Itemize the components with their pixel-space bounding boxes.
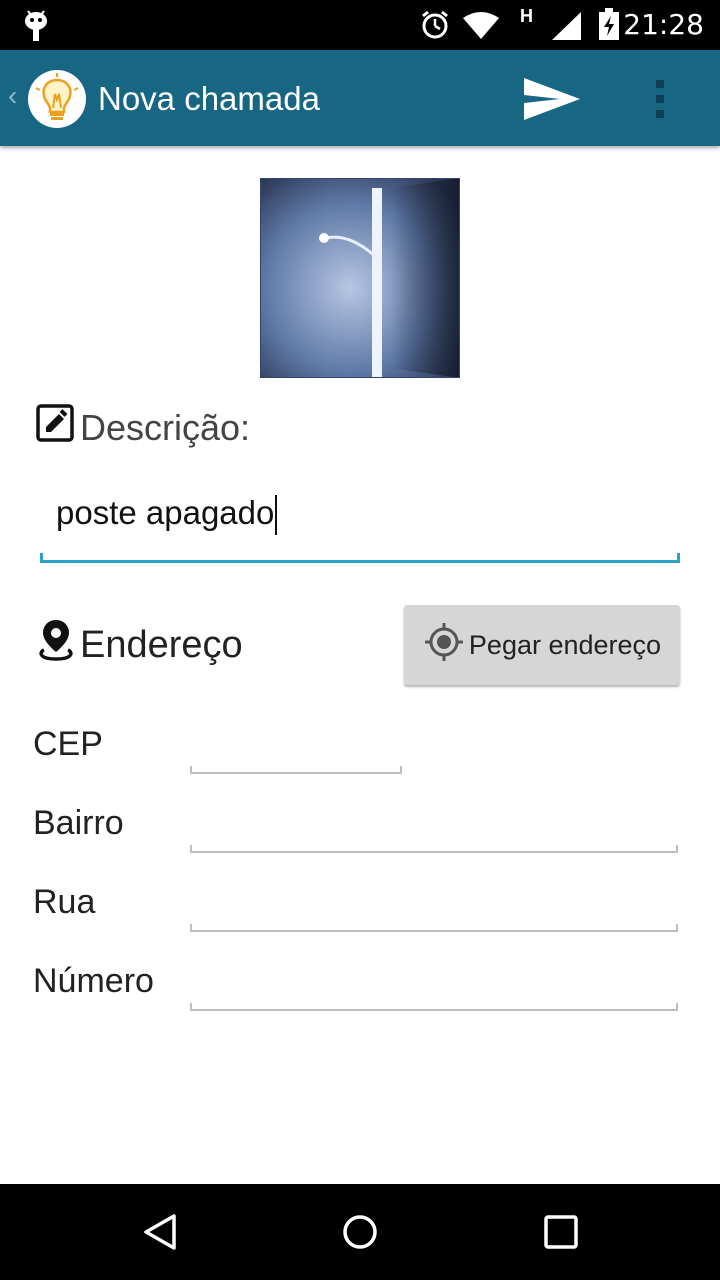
- get-address-button[interactable]: Pegar endereço: [404, 605, 680, 685]
- bairro-input[interactable]: [190, 841, 678, 853]
- app-bar: ‹ Nova chamada: [0, 50, 720, 146]
- bairro-label: Bairro: [33, 804, 124, 842]
- text-cursor: [275, 495, 278, 536]
- numero-label: Número: [33, 962, 154, 1000]
- edit-icon: [36, 404, 80, 451]
- address-label: Endereço: [80, 623, 243, 666]
- photo-thumbnail[interactable]: [259, 177, 461, 379]
- home-circle-icon[interactable]: [340, 1212, 380, 1257]
- description-label-row: Descrição:: [36, 404, 250, 451]
- overflow-menu-icon[interactable]: [654, 78, 666, 125]
- back-chevron-icon[interactable]: ‹: [8, 80, 17, 112]
- status-bar: H 21:28: [0, 0, 720, 50]
- alarm-icon: [420, 10, 450, 45]
- battery-charging-icon: [598, 8, 620, 45]
- recents-square-icon[interactable]: [541, 1212, 581, 1257]
- send-icon[interactable]: [522, 76, 582, 127]
- cep-label: CEP: [33, 725, 103, 763]
- gps-target-icon: [423, 621, 469, 670]
- back-triangle-icon[interactable]: [140, 1212, 180, 1257]
- description-input[interactable]: poste apagado: [40, 480, 680, 563]
- navigation-bar: [0, 1184, 720, 1280]
- signal-icon: [552, 12, 582, 45]
- network-type-label: H: [520, 6, 533, 26]
- cep-input[interactable]: [190, 762, 402, 774]
- wifi-icon: [462, 12, 500, 45]
- rua-label: Rua: [33, 883, 96, 921]
- rua-input[interactable]: [190, 920, 678, 932]
- location-pin-icon: [38, 618, 80, 672]
- page-title: Nova chamada: [98, 80, 320, 117]
- android-icon: [24, 9, 48, 46]
- description-value: poste apagado: [56, 494, 275, 531]
- description-label: Descrição:: [80, 406, 251, 448]
- get-address-label: Pegar endereço: [468, 629, 662, 660]
- address-label-row: Endereço: [38, 618, 243, 672]
- status-time: 21:28: [623, 8, 704, 41]
- lightbulb-logo-icon[interactable]: [28, 70, 86, 128]
- numero-input[interactable]: [190, 999, 678, 1011]
